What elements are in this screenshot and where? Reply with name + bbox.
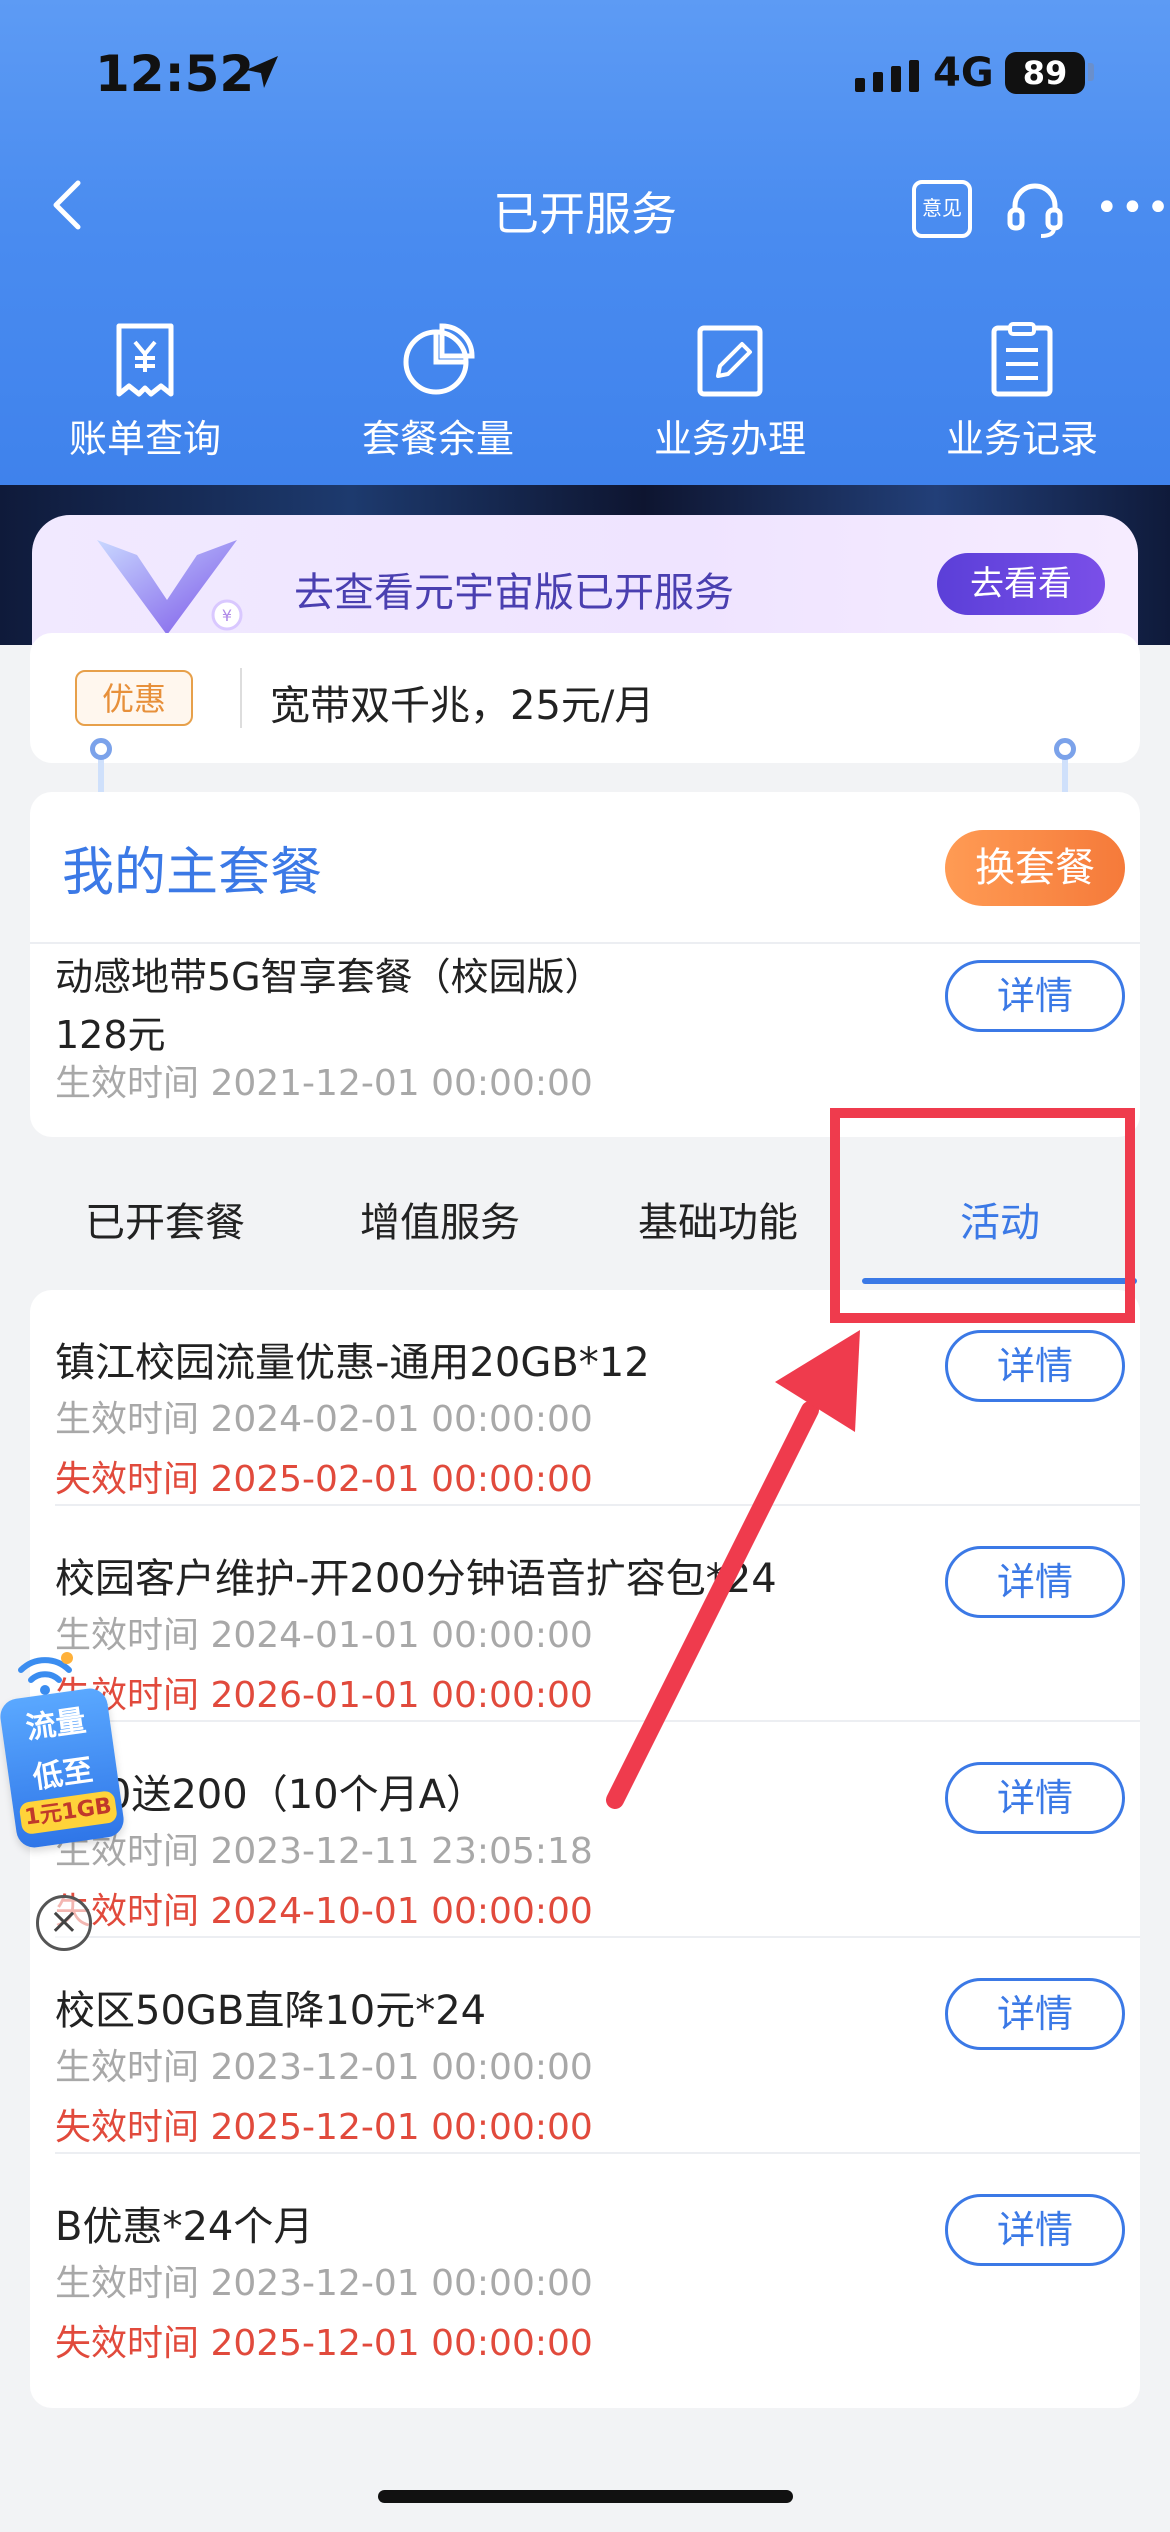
activity-detail-button[interactable]: 详情: [945, 1330, 1125, 1402]
status-time: 12:52: [95, 45, 255, 103]
activity-end-time: 失效时间 2025-02-01 00:00:00: [55, 1459, 593, 1500]
promo-badge: 优惠: [75, 670, 193, 726]
status-bar: 12:52 4G 89: [0, 0, 1170, 150]
activity-end-time: 失效时间 2024-10-01 00:00:00: [55, 1891, 593, 1932]
activity-detail-button[interactable]: 详情: [945, 1978, 1125, 2050]
quick-action-records[interactable]: 业务记录: [912, 320, 1132, 463]
activity-title: 校园客户维护-开200分钟语音扩容包*24: [55, 1556, 777, 1602]
list-item[interactable]: 校园客户维护-开200分钟语音扩容包*24 生效时间 2024-01-01 00…: [30, 1506, 1140, 1722]
main-plan-card: 我的主套餐 换套餐 动感地带5G智享套餐（校园版） 128元 生效时间 2021…: [30, 792, 1140, 1137]
divider: [30, 942, 1140, 944]
tab-value-added[interactable]: 增值服务: [360, 1190, 520, 1248]
metaverse-banner-text: 去查看元宇宙版已开服务: [294, 570, 734, 616]
location-arrow-icon: [246, 56, 278, 88]
list-document-icon: [991, 322, 1053, 397]
annotation-highlight-box: [830, 1108, 1135, 1323]
activity-detail-button[interactable]: 详情: [945, 2194, 1125, 2266]
receipt-icon: [116, 323, 174, 397]
activity-start-time: 生效时间 2024-02-01 00:00:00: [55, 1399, 593, 1440]
pie-chart-icon: [403, 323, 475, 395]
list-item[interactable]: 200送200（10个月A） 生效时间 2023-12-11 23:05:18 …: [30, 1722, 1140, 1938]
connector-pin: [1054, 738, 1076, 760]
plan-name: 动感地带5G智享套餐（校园版）: [55, 955, 603, 999]
list-item[interactable]: 校区50GB直降10元*24 生效时间 2023-12-01 00:00:00 …: [30, 1938, 1140, 2154]
list-item[interactable]: B优惠*24个月 生效时间 2023-12-01 00:00:00 失效时间 2…: [30, 2154, 1140, 2370]
activities-list: 镇江校园流量优惠-通用20GB*12 生效时间 2024-02-01 00:00…: [30, 1290, 1140, 2408]
main-plan-title: 我的主套餐: [62, 843, 323, 903]
quick-action-label: 业务办理: [653, 417, 806, 461]
metaverse-logo: ¥: [97, 540, 243, 635]
feedback-icon[interactable]: 意见: [912, 180, 972, 238]
change-plan-button[interactable]: 换套餐: [945, 830, 1125, 906]
close-ad-icon[interactable]: ×: [36, 1895, 92, 1951]
activity-start-time: 生效时间 2024-01-01 00:00:00: [55, 1615, 593, 1656]
cellular-signal-icon: [855, 60, 919, 92]
activity-detail-button[interactable]: 详情: [945, 1546, 1125, 1618]
floating-ad-badge: 流量 低至 1元1GB: [0, 1686, 126, 1850]
divider: [240, 668, 242, 728]
quick-action-balance[interactable]: 套餐余量: [328, 320, 548, 463]
floating-data-ad[interactable]: 流量 低至 1元1GB: [0, 1635, 130, 1895]
activity-detail-button[interactable]: 详情: [945, 1762, 1125, 1834]
go-see-button[interactable]: 去看看: [937, 553, 1105, 615]
activity-title: B优惠*24个月: [55, 2204, 314, 2250]
activity-title: 镇江校园流量优惠-通用20GB*12: [55, 1340, 650, 1386]
tab-basic-functions[interactable]: 基础功能: [638, 1190, 798, 1248]
activity-start-time: 生效时间 2023-12-01 00:00:00: [55, 2263, 593, 2304]
activity-end-time: 失效时间 2026-01-01 00:00:00: [55, 1675, 593, 1716]
plan-price: 128元: [55, 1013, 166, 1057]
network-type: 4G: [933, 50, 994, 96]
quick-action-bill[interactable]: 账单查询: [35, 320, 255, 463]
activity-start-time: 生效时间 2023-12-01 00:00:00: [55, 2047, 593, 2088]
promo-card[interactable]: 优惠 宽带双千兆，25元/月: [30, 633, 1140, 763]
battery-icon: 89: [1005, 52, 1085, 94]
metaverse-banner[interactable]: ¥ 去查看元宇宙版已开服务 去看看: [32, 515, 1138, 645]
activity-end-time: 失效时间 2025-12-01 00:00:00: [55, 2323, 593, 2364]
connector-pin: [90, 738, 112, 760]
activity-start-time: 生效时间 2023-12-11 23:05:18: [55, 1831, 593, 1872]
more-options-icon[interactable]: •••: [1095, 188, 1170, 228]
promo-text: 宽带双千兆，25元/月: [270, 683, 655, 729]
quick-action-handle[interactable]: 业务办理: [620, 320, 840, 463]
activity-end-time: 失效时间 2025-12-01 00:00:00: [55, 2107, 593, 2148]
page-title: 已开服务: [493, 187, 677, 241]
home-indicator: [378, 2490, 793, 2503]
plan-effective-time: 生效时间 2021-12-01 00:00:00: [55, 1063, 593, 1104]
battery-tip: [1088, 63, 1094, 81]
quick-action-label: 账单查询: [68, 417, 221, 461]
customer-service-headset-icon[interactable]: [1005, 178, 1065, 242]
ad-line-1: 流量: [23, 1703, 89, 1747]
navigation-bar: 已开服务 意见 •••: [0, 150, 1170, 270]
svg-text:¥: ¥: [222, 606, 232, 625]
plan-detail-button[interactable]: 详情: [945, 960, 1125, 1032]
quick-action-label: 业务记录: [945, 417, 1098, 461]
edit-form-icon: [697, 325, 763, 397]
tab-opened-plans[interactable]: 已开套餐: [85, 1190, 245, 1248]
quick-action-label: 套餐余量: [361, 417, 514, 461]
activity-title: 校区50GB直降10元*24: [55, 1988, 487, 2034]
